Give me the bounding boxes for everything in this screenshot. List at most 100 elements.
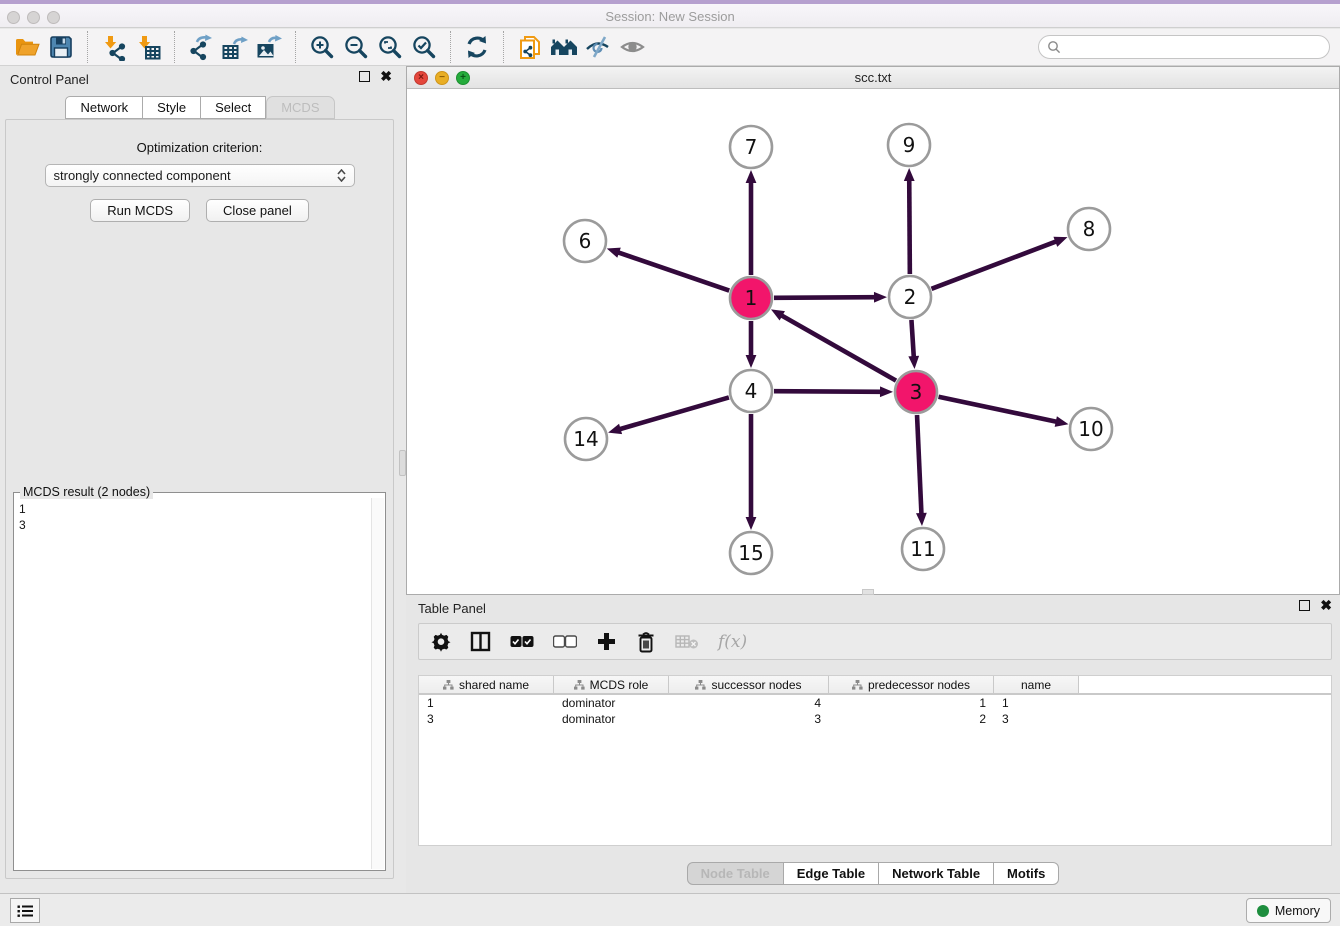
export-image-icon[interactable] xyxy=(252,32,286,62)
graph-node-11[interactable]: 11 xyxy=(902,528,944,570)
search-input[interactable] xyxy=(1061,40,1321,54)
graph-edge-4-3[interactable] xyxy=(774,386,893,397)
svg-text:11: 11 xyxy=(910,537,935,561)
graph-edge-1-6[interactable] xyxy=(607,248,729,291)
network-window-titlebar[interactable]: × − + scc.txt xyxy=(407,67,1339,89)
table-cell[interactable]: dominator xyxy=(554,711,669,727)
graph-edge-2-9[interactable] xyxy=(904,168,915,274)
network-canvas[interactable]: 7 9 6 8 1 2 4 3 14 10 15 11 xyxy=(407,89,1339,594)
mcds-result-list[interactable]: 1 3 xyxy=(16,499,369,868)
duplicate-network-icon[interactable] xyxy=(513,32,547,62)
delete-table-icon[interactable] xyxy=(675,634,699,650)
svg-text:2: 2 xyxy=(904,285,917,309)
zoom-fit-icon[interactable] xyxy=(373,32,407,62)
control-panel-tabs: NetworkStyleSelectMCDS xyxy=(0,96,400,119)
float-panel-icon[interactable] xyxy=(359,71,370,82)
table-cell[interactable]: 3 xyxy=(419,711,554,727)
table-row[interactable]: 3dominator323 xyxy=(419,711,1331,727)
column-header-successor-nodes[interactable]: successor nodes xyxy=(669,676,829,693)
graph-edge-4-14[interactable] xyxy=(608,397,729,434)
mcds-result-title: MCDS result (2 nodes) xyxy=(20,485,153,499)
memory-button[interactable]: Memory xyxy=(1246,898,1331,923)
refresh-icon[interactable] xyxy=(460,32,494,62)
result-scrollbar[interactable] xyxy=(371,498,384,869)
delete-column-icon[interactable] xyxy=(636,631,656,653)
hide-selected-icon[interactable] xyxy=(581,32,615,62)
import-table-icon[interactable] xyxy=(131,32,165,62)
mcds-tab-content: Optimization criterion: strongly connect… xyxy=(5,119,394,879)
graph-node-7[interactable]: 7 xyxy=(730,126,772,168)
tab-network-table[interactable]: Network Table xyxy=(879,862,994,885)
table-panel: Table Panel ✖ xyxy=(406,595,1340,893)
column-header-shared-name[interactable]: shared name xyxy=(419,676,554,693)
table-cell[interactable]: 1 xyxy=(419,695,554,711)
toolbar-separator xyxy=(87,31,88,63)
table-cell[interactable]: 1 xyxy=(829,695,994,711)
deselect-all-columns-icon[interactable] xyxy=(553,635,577,648)
graph-edge-3-10[interactable] xyxy=(939,397,1069,427)
tab-mcds[interactable]: MCDS xyxy=(266,96,334,119)
tab-select[interactable]: Select xyxy=(201,96,266,119)
graph-edge-3-1[interactable] xyxy=(771,309,896,380)
graph-node-6[interactable]: 6 xyxy=(564,220,606,262)
graph-node-3[interactable]: 3 xyxy=(895,371,937,413)
float-table-panel-icon[interactable] xyxy=(1299,600,1310,611)
graph-edge-1-4[interactable] xyxy=(746,321,757,368)
export-network-icon[interactable] xyxy=(184,32,218,62)
task-history-button[interactable] xyxy=(10,898,40,923)
graph-edge-2-3[interactable] xyxy=(908,320,919,369)
table-cell[interactable]: 1 xyxy=(994,695,1079,711)
close-table-panel-icon[interactable]: ✖ xyxy=(1320,600,1332,611)
table-cell[interactable]: 4 xyxy=(669,695,829,711)
graph-edge-1-2[interactable] xyxy=(774,292,887,303)
function-builder-icon[interactable]: f(x) xyxy=(718,632,747,652)
tab-style[interactable]: Style xyxy=(143,96,201,119)
show-all-networks-icon[interactable] xyxy=(547,32,581,62)
close-panel-button[interactable]: Close panel xyxy=(206,199,309,222)
table-row[interactable]: 1dominator411 xyxy=(419,695,1331,711)
save-session-icon[interactable] xyxy=(44,32,78,62)
svg-text:9: 9 xyxy=(903,133,916,157)
graph-node-14[interactable]: 14 xyxy=(565,418,607,460)
tab-edge-table[interactable]: Edge Table xyxy=(784,862,879,885)
graph-edge-4-15[interactable] xyxy=(746,414,757,530)
select-all-columns-icon[interactable] xyxy=(510,635,534,648)
tab-network[interactable]: Network xyxy=(65,96,143,119)
tab-motifs[interactable]: Motifs xyxy=(994,862,1059,885)
graph-node-4[interactable]: 4 xyxy=(730,370,772,412)
table-settings-gear-icon[interactable] xyxy=(431,632,451,652)
graph-node-2[interactable]: 2 xyxy=(889,276,931,318)
graph-edge-1-7[interactable] xyxy=(746,170,757,275)
create-column-icon[interactable] xyxy=(596,631,617,652)
zoom-selected-icon[interactable] xyxy=(407,32,441,62)
column-header-predecessor-nodes[interactable]: predecessor nodes xyxy=(829,676,994,693)
graph-node-8[interactable]: 8 xyxy=(1068,208,1110,250)
graph-node-9[interactable]: 9 xyxy=(888,124,930,166)
export-table-icon[interactable] xyxy=(218,32,252,62)
open-session-icon[interactable] xyxy=(10,32,44,62)
graph-node-10[interactable]: 10 xyxy=(1070,408,1112,450)
search-box[interactable] xyxy=(1038,35,1330,59)
node-table[interactable]: shared nameMCDS rolesuccessor nodesprede… xyxy=(418,675,1332,846)
show-column-panel-icon[interactable] xyxy=(470,631,491,652)
column-header-name[interactable]: name xyxy=(994,676,1079,693)
graph-edge-2-8[interactable] xyxy=(932,237,1068,289)
import-network-icon[interactable] xyxy=(97,32,131,62)
zoom-in-icon[interactable] xyxy=(305,32,339,62)
zoom-out-icon[interactable] xyxy=(339,32,373,62)
run-mcds-button[interactable]: Run MCDS xyxy=(90,199,190,222)
show-hidden-icon[interactable] xyxy=(615,32,649,62)
table-cell[interactable]: 3 xyxy=(669,711,829,727)
criterion-dropdown-value: strongly connected component xyxy=(54,168,231,183)
table-cell[interactable]: 3 xyxy=(994,711,1079,727)
table-cell[interactable]: dominator xyxy=(554,695,669,711)
close-panel-icon[interactable]: ✖ xyxy=(380,71,392,82)
vertical-splitter-handle[interactable] xyxy=(399,450,406,476)
criterion-dropdown[interactable]: strongly connected component xyxy=(45,164,355,187)
graph-node-15[interactable]: 15 xyxy=(730,532,772,574)
tab-node-table[interactable]: Node Table xyxy=(687,862,784,885)
table-cell[interactable]: 2 xyxy=(829,711,994,727)
graph-node-1[interactable]: 1 xyxy=(730,277,772,319)
graph-edge-3-11[interactable] xyxy=(916,415,927,526)
column-header-mcds-role[interactable]: MCDS role xyxy=(554,676,669,693)
